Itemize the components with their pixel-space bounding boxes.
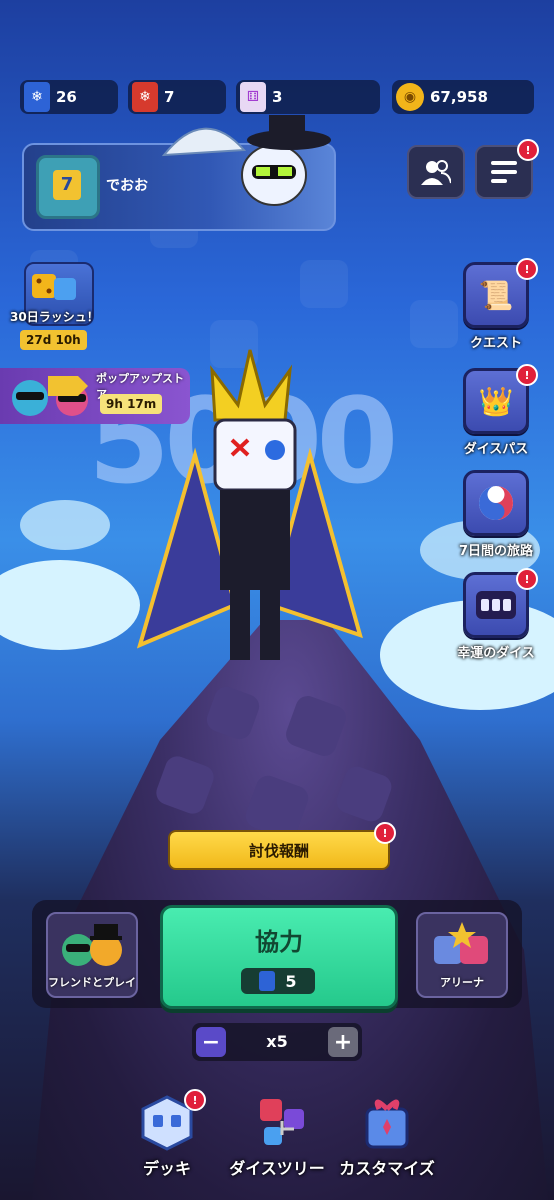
notification-badge: !: [516, 364, 538, 386]
rush-event-label: 30日ラッシュ！: [10, 310, 99, 324]
nav-deck-label: デッキ: [142, 1159, 191, 1178]
currency-blue-ticket[interactable]: ❄ 26: [20, 80, 118, 114]
friend-play-button[interactable]: フレンドとプレイ: [46, 912, 138, 998]
popup-store-timer: 9h 17m: [100, 394, 163, 414]
coop-label: 協力: [255, 928, 303, 956]
currency-value: 7: [164, 88, 175, 106]
notification-badge: !: [516, 568, 538, 590]
cloud: [0, 560, 140, 650]
friend-play-label: フレンドとプレイ: [48, 976, 136, 989]
currency-gold[interactable]: ◉ 67,958: [392, 80, 534, 114]
blue-ticket-icon: ❄: [24, 82, 50, 112]
friends-icon: [421, 160, 451, 185]
gift-dice-icon: [365, 1099, 409, 1149]
bg-tile: [300, 260, 348, 308]
cloud: [20, 500, 110, 550]
menu-icon: [491, 161, 517, 183]
dice-icon: ⚅: [240, 82, 266, 112]
lucky-dice-button[interactable]: 幸運のダイス !: [446, 568, 546, 661]
coop-cost-value: 5: [285, 971, 297, 991]
rush-timer: 27d 10h: [20, 330, 87, 350]
arena-dice-icon: [434, 922, 488, 964]
nav-customize[interactable]: カスタマイズ: [330, 1095, 444, 1179]
seven-day-journey-button[interactable]: 7日間の旅路: [446, 470, 546, 559]
notification-badge: !: [374, 822, 396, 844]
defeat-reward-label: 討伐報酬: [248, 841, 309, 860]
friends-button[interactable]: [407, 145, 465, 199]
dice-level-icon: 7: [36, 155, 100, 219]
nav-dice-tree-label: ダイスツリー: [229, 1159, 325, 1178]
nav-deck[interactable]: デッキ !: [132, 1089, 206, 1179]
multiplier-control: − x5 +: [192, 1023, 362, 1061]
arena-button[interactable]: アリーナ: [416, 912, 508, 998]
gold-coin-icon: ◉: [396, 83, 424, 111]
lucky-dice-label: 幸運のダイス: [457, 646, 535, 661]
dice-stack-icon: [32, 274, 76, 300]
friends-characters-icon: [62, 924, 122, 966]
dice-tree-icon: [260, 1099, 304, 1145]
defeat-reward-button[interactable]: 討伐報酬 !: [168, 822, 396, 870]
currency-value: 67,958: [430, 88, 488, 106]
store-mascots-icon: [12, 376, 88, 416]
currency-red-ticket[interactable]: ❄ 7: [128, 80, 226, 114]
player-name: でおお: [106, 178, 148, 194]
currency-dice[interactable]: ⚅ 3: [236, 80, 380, 114]
notification-badge: !: [517, 139, 539, 161]
red-ticket-icon: ❄: [132, 82, 158, 112]
quest-label: クエスト: [469, 336, 522, 351]
game-lobby: 5000 ❄ 26 ❄ 7 ⚅ 3 ◉ 67,958 7: [0, 0, 554, 1200]
notification-badge: !: [516, 258, 538, 280]
currency-value: 3: [272, 88, 283, 106]
nav-dice-tree[interactable]: ダイスツリー: [222, 1095, 332, 1179]
nav-customize-label: カスタマイズ: [339, 1159, 435, 1178]
menu-button[interactable]: !: [475, 139, 539, 199]
dice-pass-button[interactable]: 👑 ダイスパス !: [446, 364, 546, 457]
quest-button[interactable]: 📜 クエスト !: [446, 258, 546, 351]
notification-badge: !: [184, 1089, 206, 1111]
compass-icon: [463, 470, 529, 536]
arena-label: アリーナ: [440, 976, 484, 989]
blue-ticket-icon: [259, 971, 276, 991]
dice-pass-label: ダイスパス: [463, 442, 529, 457]
coop-cost: 5: [241, 968, 315, 994]
currency-value: 26: [56, 88, 77, 106]
character-portrait: [161, 115, 331, 206]
popup-store-button[interactable]: ポップアップストア 9h 17m: [0, 368, 190, 424]
profile-card[interactable]: 7 でおお: [22, 115, 336, 231]
increase-multiplier-button[interactable]: +: [328, 1027, 358, 1057]
seven-day-journey-label: 7日間の旅路: [458, 544, 534, 559]
coop-button[interactable]: 協力 5: [160, 905, 398, 1009]
